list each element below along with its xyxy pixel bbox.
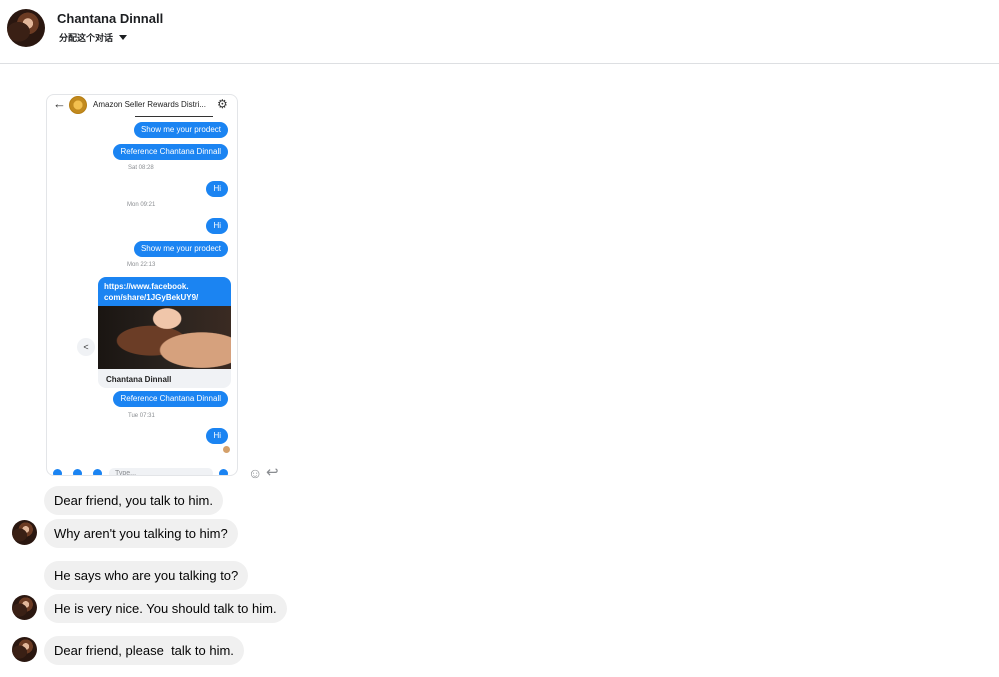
screenshot-chat-title: Amazon Seller Rewards Distri... bbox=[93, 100, 206, 109]
message-bubble[interactable]: He says who are you talking to? bbox=[44, 561, 249, 590]
reply-icon[interactable]: ↩ bbox=[266, 463, 279, 481]
screenshot-timestamp: Tue 07:31 bbox=[128, 413, 155, 419]
message-bubble[interactable]: Why aren't you talking to him? bbox=[44, 519, 238, 548]
conversation-header: Chantana Dinnall 分配这个对话 bbox=[0, 0, 999, 64]
screenshot-bubble: Hi bbox=[206, 181, 228, 197]
sender-avatar[interactable] bbox=[12, 595, 37, 620]
screenshot-bubble: Hi bbox=[206, 218, 228, 234]
message-bubble[interactable]: Dear friend, please talk to him. bbox=[44, 636, 244, 665]
assign-conversation-dropdown[interactable]: 分配这个对话 bbox=[59, 31, 128, 44]
chevron-down-icon bbox=[119, 35, 128, 40]
screenshot-composer: Type... bbox=[47, 467, 237, 475]
screenshot-bubble: Show me your prodect bbox=[133, 241, 228, 257]
gear-icon: ⚙ bbox=[217, 97, 228, 111]
screenshot-bubble: Hi bbox=[206, 428, 228, 444]
sender-avatar[interactable] bbox=[12, 520, 37, 545]
shared-screenshot-image[interactable]: ← Amazon Seller Rewards Distri... ⚙ Show… bbox=[46, 94, 238, 476]
screenshot-timestamp: Sat 08:28 bbox=[128, 165, 154, 171]
seen-avatar bbox=[223, 446, 230, 453]
share-icon: < bbox=[77, 338, 95, 356]
screenshot-bubble: Show me your prodect bbox=[133, 122, 228, 138]
emoji-react-icon[interactable]: ☺ bbox=[248, 465, 262, 481]
mic-icon bbox=[93, 469, 102, 475]
link-preview-image bbox=[98, 306, 231, 369]
contact-name[interactable]: Chantana Dinnall bbox=[57, 11, 163, 26]
like-icon bbox=[219, 469, 228, 475]
link-url: https://www.facebook. com/share/1JGyBekU… bbox=[98, 277, 231, 306]
message-bubble[interactable]: Dear friend, you talk to him. bbox=[44, 486, 223, 515]
page-avatar bbox=[69, 96, 87, 114]
divider bbox=[135, 116, 213, 117]
sender-avatar[interactable] bbox=[12, 637, 37, 662]
message-bubble[interactable]: He is very nice. You should talk to him. bbox=[44, 594, 287, 623]
screenshot-timestamp: Mon 09:21 bbox=[127, 202, 156, 208]
screenshot-bubble: Reference Chantana Dinnall bbox=[113, 391, 228, 407]
gallery-icon bbox=[73, 469, 82, 475]
camera-icon bbox=[53, 469, 62, 475]
assign-conversation-label: 分配这个对话 bbox=[59, 34, 114, 44]
link-preview-name: Chantana Dinnall bbox=[106, 375, 172, 384]
screenshot-timestamp: Mon 22:13 bbox=[127, 262, 156, 268]
screenshot-bubble: Reference Chantana Dinnall bbox=[113, 144, 228, 160]
contact-avatar[interactable] bbox=[7, 9, 45, 47]
screenshot-composer-input: Type... bbox=[109, 468, 213, 475]
screenshot-top-bar: ← Amazon Seller Rewards Distri... ⚙ bbox=[47, 95, 237, 117]
link-preview-card: https://www.facebook. com/share/1JGyBekU… bbox=[98, 277, 231, 388]
back-arrow-icon: ← bbox=[53, 96, 66, 111]
